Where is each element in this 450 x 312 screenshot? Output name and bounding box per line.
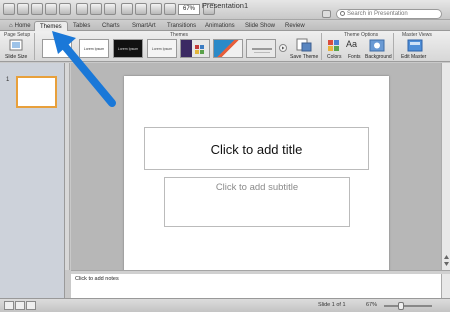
annotation-arrow-shaft bbox=[59, 40, 116, 107]
annotation-arrow bbox=[52, 31, 116, 107]
